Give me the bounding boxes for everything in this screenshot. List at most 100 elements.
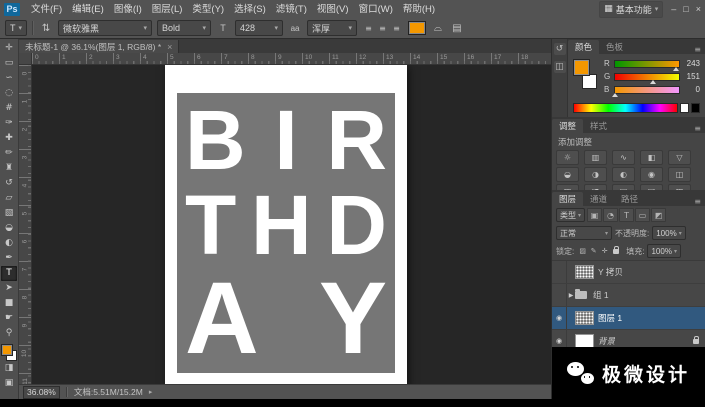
tab-color[interactable]: 颜色: [568, 40, 599, 54]
lasso-tool[interactable]: ∽: [1, 71, 17, 86]
dodge-tool[interactable]: ◐: [1, 236, 17, 251]
clone-stamp-tool[interactable]: ♜: [1, 161, 17, 176]
menu-item[interactable]: 类型(Y): [187, 1, 229, 18]
layer-row[interactable]: ◉ 图层 1: [552, 307, 705, 330]
hue-saturation-icon[interactable]: ◒: [556, 167, 579, 182]
tab-paths[interactable]: 路径: [614, 192, 645, 206]
layer-thumbnail[interactable]: [575, 265, 594, 279]
text-color-swatch[interactable]: [408, 21, 426, 35]
tab-swatches[interactable]: 色板: [599, 40, 630, 54]
screen-mode-button[interactable]: ▣: [1, 376, 17, 391]
status-menu-arrow-icon[interactable]: ▸: [149, 388, 153, 396]
brightness-contrast-icon[interactable]: ☼: [556, 150, 579, 165]
menu-item[interactable]: 文件(F): [26, 1, 67, 18]
black-white-icon[interactable]: ◐: [612, 167, 635, 182]
properties-panel-icon[interactable]: ◫: [554, 61, 566, 73]
visibility-toggle[interactable]: ◉: [552, 307, 567, 329]
crop-tool[interactable]: #: [1, 101, 17, 116]
filter-pixel-layers-icon[interactable]: ▣: [587, 208, 602, 222]
tab-adjustments[interactable]: 调整: [552, 119, 583, 133]
tab-styles[interactable]: 样式: [583, 119, 614, 133]
restore-button[interactable]: □: [683, 4, 688, 14]
lock-paint-icon[interactable]: ✎: [588, 246, 599, 257]
layer-name[interactable]: 组 1: [593, 289, 609, 301]
align-center-icon[interactable]: ≡: [376, 22, 389, 35]
history-panel-icon[interactable]: ↺: [554, 43, 566, 55]
zoom-tool[interactable]: ⚲: [1, 326, 17, 341]
type-tool[interactable]: T: [1, 266, 17, 281]
align-left-icon[interactable]: ≡: [362, 22, 375, 35]
shape-tool[interactable]: ■: [1, 296, 17, 311]
blend-mode-select[interactable]: 正常 ▾: [556, 226, 612, 240]
levels-icon[interactable]: ▥: [584, 150, 607, 165]
menu-item[interactable]: 选择(S): [229, 1, 271, 18]
menu-item[interactable]: 图层(L): [147, 1, 188, 18]
menu-item[interactable]: 窗口(W): [354, 1, 398, 18]
gray-rectangle[interactable]: BIR THD AY: [177, 93, 395, 373]
panel-menu-icon[interactable]: ≡: [690, 124, 705, 133]
visibility-toggle[interactable]: ◉: [552, 330, 567, 347]
opacity-select[interactable]: 100% ▾: [652, 226, 685, 240]
layer-name[interactable]: 图层 1: [598, 312, 622, 324]
menu-item[interactable]: 图像(I): [109, 1, 147, 18]
slider-track[interactable]: [614, 73, 680, 81]
visibility-toggle[interactable]: ◉: [552, 261, 567, 283]
close-tab-icon[interactable]: ×: [167, 42, 172, 52]
tab-layers[interactable]: 图层: [552, 192, 583, 206]
background-color-swatch[interactable]: [582, 74, 597, 89]
fill-select[interactable]: 100% ▾: [647, 244, 680, 258]
brush-tool[interactable]: ✏: [1, 146, 17, 161]
filter-type-layers-icon[interactable]: T: [619, 208, 634, 222]
gradient-tool[interactable]: ▧: [1, 206, 17, 221]
document-tab[interactable]: 未标题-1 @ 36.1%(图层 1, RGB/8) * ×: [19, 40, 179, 53]
layer-row[interactable]: ◉ ▶ 组 1: [552, 284, 705, 307]
layer-thumbnail[interactable]: [575, 311, 594, 325]
eyedropper-tool[interactable]: ✑: [1, 116, 17, 131]
slider-track[interactable]: [614, 60, 680, 68]
move-tool[interactable]: ✛: [1, 41, 17, 56]
color-balance-icon[interactable]: ◑: [584, 167, 607, 182]
font-family-select[interactable]: 微软雅黑 ▾: [58, 20, 152, 36]
channel-value[interactable]: 243: [683, 59, 700, 68]
channel-mixer-icon[interactable]: ◫: [668, 167, 691, 182]
healing-brush-tool[interactable]: ✚: [1, 131, 17, 146]
close-button[interactable]: ×: [696, 4, 701, 14]
menu-item[interactable]: 帮助(H): [398, 1, 440, 18]
slider-thumb[interactable]: [673, 67, 679, 71]
workspace-switcher[interactable]: ▦ 基本功能 ▾: [599, 1, 663, 18]
foreground-color-swatch[interactable]: [573, 59, 590, 76]
lock-all-icon[interactable]: [613, 249, 619, 254]
filter-shape-layers-icon[interactable]: ▭: [635, 208, 650, 222]
menu-item[interactable]: 编辑(E): [67, 1, 109, 18]
lock-position-icon[interactable]: ✛: [599, 246, 610, 257]
eraser-tool[interactable]: ▱: [1, 191, 17, 206]
path-selection-tool[interactable]: ➤: [1, 281, 17, 296]
curves-icon[interactable]: ∿: [612, 150, 635, 165]
blur-tool[interactable]: ◒: [1, 221, 17, 236]
tab-channels[interactable]: 通道: [583, 192, 614, 206]
anti-alias-select[interactable]: 浑厚 ▾: [307, 20, 357, 36]
color-spectrum-ramp[interactable]: [573, 103, 678, 113]
marquee-tool[interactable]: ▭: [1, 56, 17, 71]
align-right-icon[interactable]: ≡: [390, 22, 403, 35]
toggle-panels-icon[interactable]: ▤: [450, 21, 464, 35]
foreground-color-swatch[interactable]: [1, 344, 13, 356]
visibility-toggle[interactable]: ◉: [552, 284, 567, 306]
panel-menu-icon[interactable]: ≡: [690, 197, 705, 206]
warp-text-icon[interactable]: ⌓: [431, 21, 445, 35]
history-brush-tool[interactable]: ↺: [1, 176, 17, 191]
tool-preset-picker[interactable]: T ▾: [5, 20, 27, 36]
black-swatch[interactable]: [691, 103, 700, 113]
layer-thumbnail[interactable]: [575, 334, 594, 347]
layer-row[interactable]: ◉ Y 拷贝: [552, 261, 705, 284]
white-swatch[interactable]: [680, 103, 689, 113]
text-orientation-icon[interactable]: ⇅: [39, 21, 53, 35]
font-style-select[interactable]: Bold ▾: [157, 20, 211, 36]
menu-item[interactable]: 滤镜(T): [271, 1, 312, 18]
channel-value[interactable]: 0: [683, 85, 700, 94]
lock-transparency-icon[interactable]: ▨: [577, 246, 588, 257]
exposure-icon[interactable]: ◧: [640, 150, 663, 165]
filter-smart-objects-icon[interactable]: ◩: [651, 208, 666, 222]
minimize-button[interactable]: –: [671, 4, 676, 14]
layer-filter-select[interactable]: 类型 ▾: [556, 208, 585, 222]
